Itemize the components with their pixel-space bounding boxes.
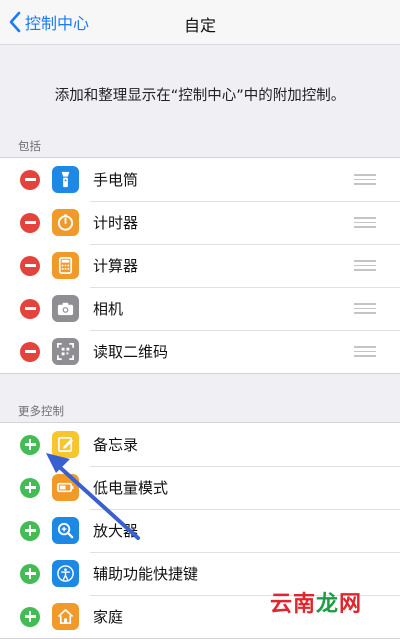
item-label: 计算器: [93, 257, 139, 275]
qr-code-icon: [52, 338, 79, 365]
camera-icon: [52, 295, 79, 322]
flashlight-icon: [52, 166, 79, 193]
timer-icon: [52, 209, 79, 236]
plus-icon: [24, 611, 36, 622]
list-item: 低电量模式: [0, 466, 400, 509]
remove-button[interactable]: [20, 298, 40, 319]
notes-icon: [52, 431, 79, 458]
battery-icon: [52, 474, 79, 501]
watermark-char: 龙: [315, 592, 339, 617]
plus-icon: [24, 525, 36, 536]
list-item: 读取二维码: [0, 330, 400, 373]
minus-icon: [24, 307, 36, 310]
item-label: 家庭: [93, 608, 124, 626]
accessibility-icon: [52, 560, 79, 587]
home-icon: [52, 603, 79, 630]
intro-text: 添加和整理显示在“控制中心”中的附加控制。: [54, 88, 346, 104]
minus-icon: [24, 350, 36, 353]
plus-icon: [24, 439, 36, 450]
list-item: 相机: [0, 287, 400, 330]
reorder-handle[interactable]: [354, 303, 376, 314]
remove-button[interactable]: [20, 212, 40, 233]
add-button[interactable]: [20, 563, 40, 584]
minus-icon: [24, 264, 36, 267]
add-button[interactable]: [20, 477, 40, 498]
add-button[interactable]: [20, 434, 40, 455]
item-label: 手电筒: [93, 171, 139, 189]
section-header-included: 包括: [18, 139, 41, 153]
watermark-char: 网: [338, 592, 362, 617]
add-button[interactable]: [20, 606, 40, 627]
list-item: 放大器: [0, 509, 400, 552]
list-item: 备忘录: [0, 423, 400, 466]
item-label: 放大器: [93, 522, 139, 540]
plus-icon: [24, 482, 36, 493]
add-button[interactable]: [20, 520, 40, 541]
remove-button[interactable]: [20, 255, 40, 276]
item-label: 读取二维码: [93, 343, 169, 361]
reorder-handle[interactable]: [354, 174, 376, 185]
reorder-handle[interactable]: [354, 217, 376, 228]
included-list: 手电筒 计时器 计算器 相机 读取二维码: [0, 157, 400, 374]
page-title: 自定: [183, 16, 216, 35]
list-item: 手电筒: [0, 158, 400, 201]
watermark-char: 云: [269, 592, 293, 617]
minus-icon: [24, 178, 36, 181]
reorder-handle[interactable]: [354, 346, 376, 357]
minus-icon: [24, 221, 36, 224]
nav-bar: 控制中心 自定: [0, 0, 400, 45]
item-label: 计时器: [93, 214, 139, 232]
calculator-icon: [52, 252, 79, 279]
reorder-handle[interactable]: [354, 260, 376, 271]
item-label: 备忘录: [93, 436, 139, 454]
remove-button[interactable]: [20, 169, 40, 190]
list-item: 计时器: [0, 201, 400, 244]
magnifier-icon: [52, 517, 79, 544]
item-label: 辅助功能快捷键: [93, 565, 199, 583]
item-label: 相机: [93, 300, 124, 318]
watermark-char: 南: [292, 592, 316, 617]
item-label: 低电量模式: [93, 479, 169, 497]
remove-button[interactable]: [20, 341, 40, 362]
plus-icon: [24, 568, 36, 579]
section-header-more: 更多控制: [18, 404, 64, 418]
watermark-logo: 云 南 龙 网: [270, 586, 362, 618]
list-item: 计算器: [0, 244, 400, 287]
